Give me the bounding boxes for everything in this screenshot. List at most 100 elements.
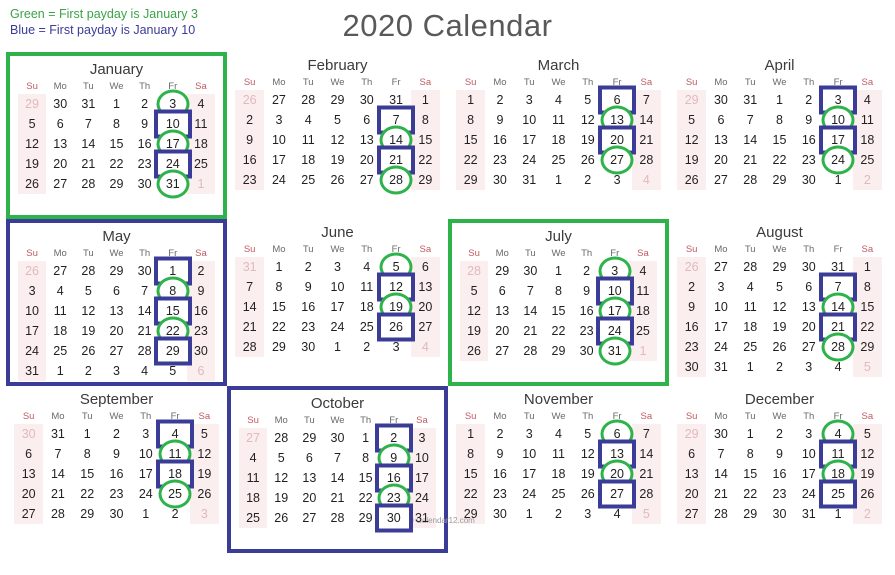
day-cell[interactable]: 27 <box>295 508 323 528</box>
day-cell[interactable]: 30 <box>294 337 323 357</box>
day-cell[interactable]: 8 <box>73 444 102 464</box>
day-cell[interactable]: 19 <box>18 154 47 174</box>
day-cell[interactable]: 1 <box>765 90 794 110</box>
day-cell[interactable]: 30 <box>485 170 514 190</box>
day-cell[interactable]: 8 <box>544 281 572 301</box>
day-cell[interactable]: 29 <box>102 174 130 194</box>
day-cell[interactable]: 25 <box>852 150 882 170</box>
day-cell[interactable]: 8 <box>852 277 882 297</box>
day-cell[interactable]: 21 <box>235 317 265 337</box>
day-cell[interactable]: 22 <box>852 317 882 337</box>
day-cell[interactable]: 1 <box>131 504 160 524</box>
day-cell[interactable]: 23 <box>294 317 323 337</box>
day-cell[interactable]: 31 <box>706 357 735 377</box>
day-cell[interactable]: 29 <box>102 261 130 281</box>
day-cell[interactable]: 9 <box>186 281 215 301</box>
day-cell[interactable]: 28 <box>631 484 661 504</box>
day-cell-marked[interactable]: 10 <box>595 276 634 306</box>
day-cell-marked[interactable]: 18 <box>821 459 855 489</box>
day-cell[interactable]: 31 <box>794 504 823 524</box>
day-cell[interactable]: 31 <box>43 424 72 444</box>
day-cell[interactable]: 18 <box>186 134 215 154</box>
day-cell[interactable]: 24 <box>18 341 47 361</box>
day-cell[interactable]: 29 <box>323 90 352 110</box>
day-cell[interactable]: 7 <box>323 448 351 468</box>
day-cell[interactable]: 2 <box>74 361 102 381</box>
day-cell[interactable]: 26 <box>235 90 265 110</box>
day-cell[interactable]: 26 <box>18 174 47 194</box>
day-cell[interactable]: 27 <box>264 90 293 110</box>
day-cell[interactable]: 4 <box>294 110 323 130</box>
day-cell[interactable]: 9 <box>794 110 823 130</box>
day-cell[interactable]: 8 <box>102 114 130 134</box>
day-cell[interactable]: 15 <box>456 464 486 484</box>
day-cell-marked[interactable]: 13 <box>598 439 637 469</box>
day-cell[interactable]: 21 <box>131 321 159 341</box>
day-cell-marked[interactable]: 17 <box>156 129 190 159</box>
day-cell-marked[interactable]: 8 <box>156 276 190 306</box>
day-cell[interactable]: 12 <box>18 134 47 154</box>
day-cell-marked[interactable]: 9 <box>377 443 411 473</box>
day-cell[interactable]: 23 <box>765 484 794 504</box>
day-cell[interactable]: 27 <box>239 428 268 448</box>
day-cell[interactable]: 29 <box>456 504 486 524</box>
day-cell[interactable]: 18 <box>239 488 268 508</box>
day-cell[interactable]: 18 <box>736 317 765 337</box>
day-cell[interactable]: 25 <box>736 337 765 357</box>
day-cell[interactable]: 8 <box>736 444 765 464</box>
day-cell[interactable]: 21 <box>323 488 351 508</box>
day-cell[interactable]: 1 <box>456 424 486 444</box>
day-cell[interactable]: 7 <box>736 110 765 130</box>
day-cell[interactable]: 4 <box>628 261 657 281</box>
day-cell[interactable]: 30 <box>131 174 159 194</box>
day-cell[interactable]: 25 <box>239 508 268 528</box>
day-cell[interactable]: 29 <box>410 170 440 190</box>
day-cell[interactable]: 3 <box>18 281 47 301</box>
day-cell[interactable]: 5 <box>573 90 602 110</box>
day-cell[interactable]: 3 <box>189 504 219 524</box>
day-cell[interactable]: 15 <box>410 130 440 150</box>
day-cell[interactable]: 14 <box>736 130 765 150</box>
day-cell-marked[interactable]: 10 <box>821 105 855 135</box>
day-cell[interactable]: 21 <box>736 150 765 170</box>
day-cell[interactable]: 4 <box>544 90 573 110</box>
day-cell[interactable]: 28 <box>736 257 765 277</box>
day-cell[interactable]: 20 <box>14 484 44 504</box>
day-cell-marked[interactable]: 11 <box>158 439 192 469</box>
day-cell[interactable]: 11 <box>352 277 381 297</box>
day-cell[interactable]: 29 <box>765 257 794 277</box>
day-cell[interactable]: 17 <box>515 464 544 484</box>
day-cell[interactable]: 10 <box>706 297 735 317</box>
day-cell[interactable]: 3 <box>602 170 631 190</box>
day-cell[interactable]: 29 <box>544 341 572 361</box>
day-cell[interactable]: 14 <box>235 297 265 317</box>
day-cell[interactable]: 9 <box>573 281 601 301</box>
day-cell[interactable]: 1 <box>410 90 440 110</box>
day-cell[interactable]: 23 <box>485 150 514 170</box>
day-cell[interactable]: 20 <box>295 488 323 508</box>
day-cell[interactable]: 28 <box>460 261 489 281</box>
day-cell-marked[interactable]: 5 <box>379 252 413 282</box>
day-cell[interactable]: 16 <box>485 464 514 484</box>
day-cell[interactable]: 18 <box>46 321 74 341</box>
day-cell[interactable]: 7 <box>516 281 544 301</box>
day-cell[interactable]: 16 <box>485 130 514 150</box>
day-cell[interactable]: 10 <box>18 301 47 321</box>
day-cell[interactable]: 28 <box>74 261 102 281</box>
day-cell[interactable]: 25 <box>544 484 573 504</box>
day-cell[interactable]: 12 <box>74 301 102 321</box>
day-cell[interactable]: 11 <box>544 110 573 130</box>
day-cell[interactable]: 30 <box>706 90 735 110</box>
day-cell-marked[interactable]: 20 <box>598 125 637 155</box>
day-cell[interactable]: 22 <box>736 484 765 504</box>
day-cell[interactable]: 5 <box>573 424 602 444</box>
day-cell[interactable]: 13 <box>677 464 707 484</box>
day-cell[interactable]: 6 <box>186 361 215 381</box>
day-cell[interactable]: 16 <box>765 464 794 484</box>
day-cell[interactable]: 30 <box>102 504 131 524</box>
day-cell[interactable]: 28 <box>736 170 765 190</box>
day-cell[interactable]: 4 <box>823 357 852 377</box>
day-cell[interactable]: 2 <box>677 277 707 297</box>
day-cell[interactable]: 30 <box>131 261 159 281</box>
day-cell[interactable]: 5 <box>852 424 882 444</box>
